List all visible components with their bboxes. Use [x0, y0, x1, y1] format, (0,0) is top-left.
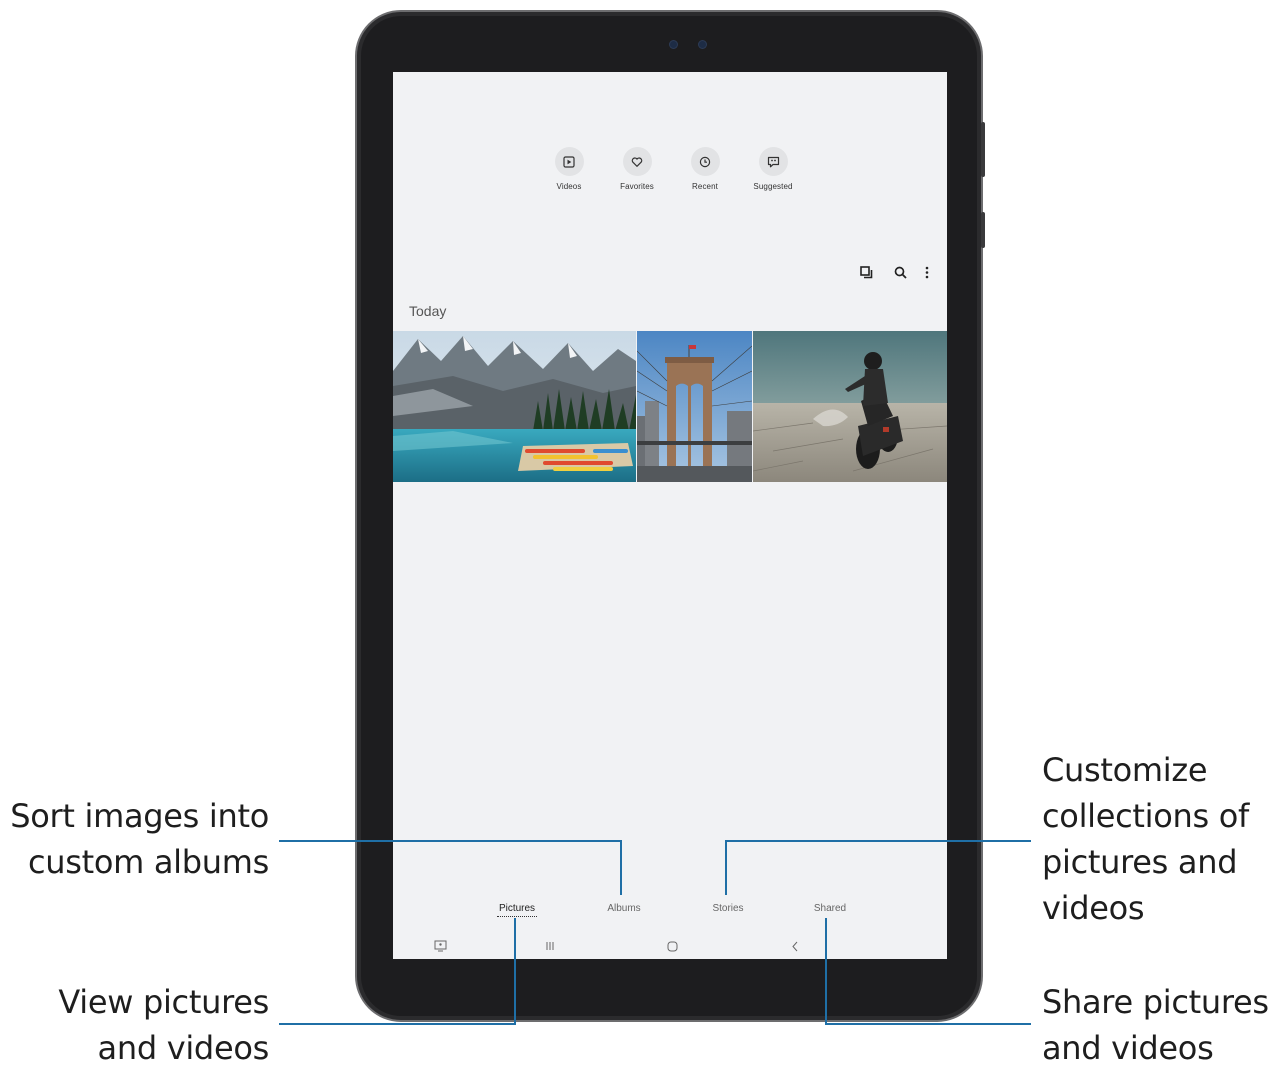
- shared-callout-line: [825, 918, 1031, 1025]
- shared-callout: Share pictures and videos: [1042, 979, 1269, 1071]
- stories-callout-line: [725, 840, 1031, 895]
- pictures-callout: View pictures and videos: [58, 979, 269, 1071]
- callout-line-text: Share pictures: [1042, 983, 1269, 1021]
- callout-line-text: collections of: [1042, 797, 1250, 835]
- callout-line-text: and videos: [1042, 1029, 1214, 1067]
- callout-line-text: Customize: [1042, 751, 1208, 789]
- albums-callout-line: [279, 840, 622, 895]
- callout-line-text: View pictures: [58, 983, 269, 1021]
- callout-line-text: custom albums: [27, 843, 269, 881]
- pictures-callout-line: [279, 918, 516, 1025]
- callout-line-text: and videos: [97, 1029, 270, 1067]
- stories-callout: Customize collections of pictures and vi…: [1042, 747, 1249, 931]
- callout-line-text: pictures and: [1042, 843, 1238, 881]
- callout-line-text: Sort images into: [10, 797, 269, 835]
- callout-line-text: videos: [1042, 889, 1145, 927]
- albums-callout: Sort images into custom albums: [10, 793, 269, 885]
